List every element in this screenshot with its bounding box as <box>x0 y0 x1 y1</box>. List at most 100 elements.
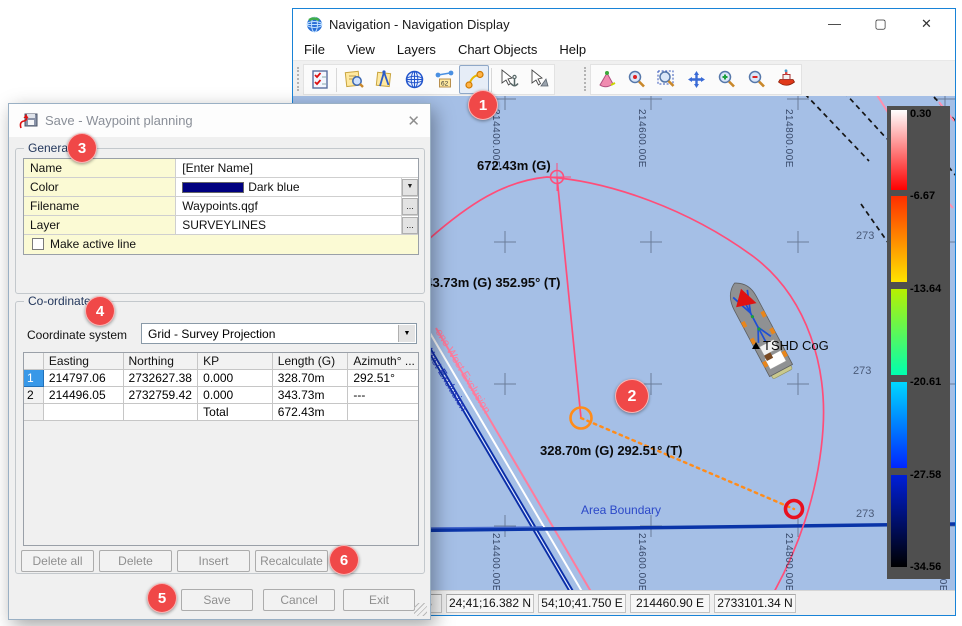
maximize-button[interactable]: ▢ <box>858 9 903 39</box>
highlight-cone-button[interactable] <box>591 65 621 94</box>
zoom-center-button[interactable] <box>621 65 651 94</box>
zoom-in-icon <box>716 69 737 90</box>
status-lon: 54;10;41.750 E <box>538 594 626 613</box>
status-easting: 214460.90 E <box>630 594 710 613</box>
leg2-label: 343.73m (G) 352.95° (T) <box>418 275 561 290</box>
globe-app-icon <box>306 16 323 33</box>
toolbar-group-edit: 62 <box>303 64 555 95</box>
header-kp[interactable]: KP <box>198 353 273 370</box>
toolbar-group-zoom <box>590 64 802 95</box>
insert-button[interactable]: Insert <box>177 550 250 572</box>
colorbar-tick: -20.61 <box>910 376 948 388</box>
depth-colorbar: 0.30 -6.67 -13.64 -20.61 -27.58 -34.56 <box>887 106 950 579</box>
colorbar-segment <box>891 289 907 375</box>
exit-button[interactable]: Exit <box>343 589 415 611</box>
grid-northing-label: 273 <box>856 508 874 520</box>
layer-value[interactable]: SURVEYLINES <box>176 216 402 234</box>
grid-easting-label: 214800.00E <box>783 109 794 168</box>
grid-northing-label: 273 <box>856 230 874 242</box>
menu-file[interactable]: File <box>293 39 336 60</box>
grid-crosses <box>494 96 955 537</box>
grid-easting-label: 214800.00E <box>783 533 794 590</box>
filename-value[interactable]: Waypoints.qgf <box>176 197 402 215</box>
measure-button[interactable]: 62 <box>429 65 459 94</box>
pan-icon <box>686 69 707 90</box>
zoom-window-button[interactable] <box>651 65 681 94</box>
step-badge-4: 4 <box>85 296 115 326</box>
header-northing[interactable]: Northing <box>124 353 199 370</box>
save-waypoint-icon <box>19 112 39 130</box>
pan-button[interactable] <box>681 65 711 94</box>
dialog-title: Save - Waypoint planning <box>45 113 193 128</box>
filename-browse-button[interactable]: ... <box>402 198 418 215</box>
close-button[interactable]: ✕ <box>904 9 949 39</box>
toolbar-grip[interactable] <box>297 67 302 91</box>
name-input[interactable]: [Enter Name] <box>176 159 418 177</box>
menu-view[interactable]: View <box>336 39 386 60</box>
anchor-cursor-button[interactable] <box>494 65 524 94</box>
filename-row: Filename Waypoints.qgf ... <box>24 197 418 216</box>
title-bar[interactable]: Navigation - Navigation Display — ▢ ✕ <box>293 9 955 39</box>
delete-button[interactable]: Delete <box>99 550 172 572</box>
chevron-down-icon: ▼ <box>398 325 415 342</box>
zoom-out-icon <box>746 69 767 90</box>
colorbar-tick: -27.58 <box>910 469 948 481</box>
menu-layers[interactable]: Layers <box>386 39 447 60</box>
colorbar-segment <box>891 196 907 282</box>
coordinate-system-select[interactable]: Grid - Survey Projection ▼ <box>141 323 417 344</box>
vessel-cursor-button[interactable] <box>524 65 554 94</box>
general-table: Name [Enter Name] Color Dark blue ▼ File… <box>23 158 419 255</box>
coordinate-system-label: Coordinate system <box>27 328 127 342</box>
step-badge-1: 1 <box>468 90 498 120</box>
step-badge-3: 3 <box>67 133 97 163</box>
table-row[interactable]: 2 214496.05 2732759.42 0.000 343.73m --- <box>24 387 418 404</box>
header-azimuth[interactable]: Azimuth° ... <box>348 353 418 370</box>
step-badge-5: 5 <box>147 583 177 613</box>
row-header[interactable]: 1 <box>24 370 44 387</box>
grid-easting-label: 214600.00E <box>636 109 647 168</box>
checklist-button[interactable] <box>304 65 334 94</box>
zoom-out-button[interactable] <box>741 65 771 94</box>
compass-button[interactable] <box>369 65 399 94</box>
save-button[interactable]: Save <box>181 589 253 611</box>
toolbar-separator <box>336 68 337 92</box>
resize-grip[interactable] <box>414 603 427 616</box>
grid-easting-label: 214600.00E <box>636 533 647 590</box>
zoom-in-button[interactable] <box>711 65 741 94</box>
colorbar-tick: -6.67 <box>910 190 948 202</box>
colorbar-tick: -13.64 <box>910 283 948 295</box>
make-active-checkbox[interactable] <box>32 238 44 250</box>
menu-help[interactable]: Help <box>548 39 597 60</box>
menu-chart-objects[interactable]: Chart Objects <box>447 39 548 60</box>
search-notes-button[interactable] <box>339 65 369 94</box>
header-easting[interactable]: Easting <box>44 353 124 370</box>
color-value[interactable]: Dark blue <box>176 178 402 196</box>
zoom-center-icon <box>626 69 647 90</box>
area-boundary-label: Area Boundary <box>581 503 661 517</box>
cancel-button[interactable]: Cancel <box>263 589 335 611</box>
color-label: Color <box>24 178 176 196</box>
vessel-label: TSHD CoG <box>763 338 829 353</box>
vessel-shape[interactable] <box>723 277 794 380</box>
row-header[interactable]: 2 <box>24 387 44 404</box>
cone-icon <box>596 69 617 90</box>
table-row[interactable]: 1 214797.06 2732627.38 0.000 328.70m 292… <box>24 370 418 387</box>
dialog-close-icon[interactable]: ✕ <box>407 112 420 130</box>
layer-browse-button[interactable]: ... <box>402 217 418 234</box>
grid-header-row: Easting Northing KP Length (G) Azimuth° … <box>24 353 418 370</box>
colorbar-segment <box>891 382 907 468</box>
follow-vessel-button[interactable] <box>771 65 801 94</box>
toolbar: 62 <box>293 61 955 97</box>
vessel-cursor-icon <box>529 69 550 90</box>
header-length[interactable]: Length (G) <box>273 353 349 370</box>
globe-button[interactable] <box>399 65 429 94</box>
color-dropdown-button[interactable]: ▼ <box>402 179 418 196</box>
delete-all-button[interactable]: Delete all <box>21 550 94 572</box>
recalculate-button[interactable]: Recalculate <box>255 550 328 572</box>
layer-label: Layer <box>24 216 176 234</box>
dialog-title-bar[interactable]: Save - Waypoint planning ✕ <box>9 104 430 137</box>
color-row: Color Dark blue ▼ <box>24 178 418 197</box>
toolbar-grip[interactable] <box>584 67 589 91</box>
save-waypoint-dialog: Save - Waypoint planning ✕ General Name … <box>8 103 431 620</box>
minimize-button[interactable]: — <box>812 9 857 39</box>
